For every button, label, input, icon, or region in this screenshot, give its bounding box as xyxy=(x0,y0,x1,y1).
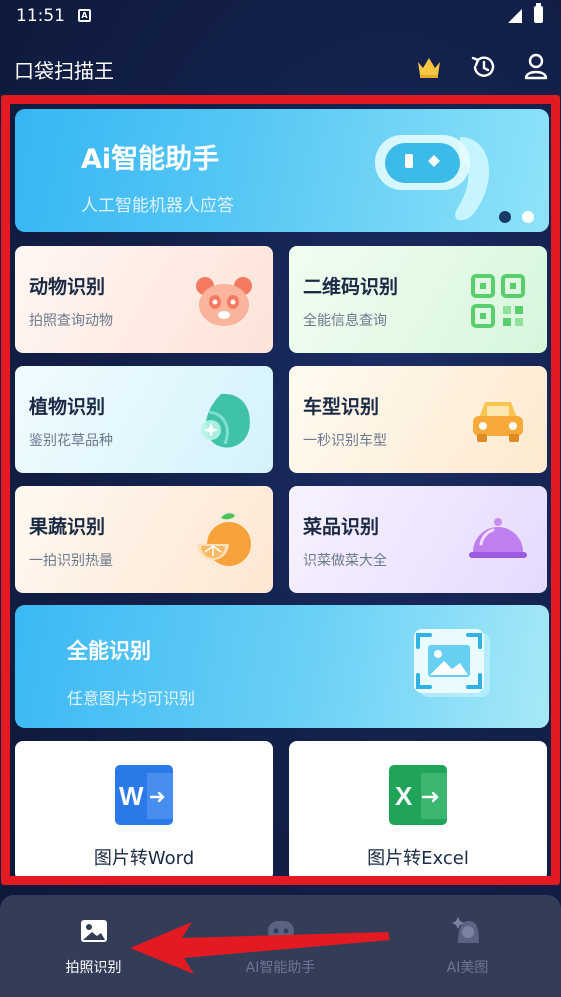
leaf-icon xyxy=(201,393,250,448)
banner-subtitle: 人工智能机器人应答 xyxy=(81,196,234,216)
plant-recognition-card[interactable]: 植物识别 鉴别花草品种 xyxy=(15,366,273,473)
excel-icon: X xyxy=(389,765,447,825)
feature-grid: Ai智能助手 人工智能机器人应答 动物识别 拍照查询动物 二维码识别 全能信息查… xyxy=(10,104,551,876)
card-title: 动物识别 xyxy=(29,276,106,298)
animal-recognition-card[interactable]: 动物识别 拍照查询动物 xyxy=(15,246,273,353)
image-to-word-button[interactable]: W 图片转Word xyxy=(15,741,273,876)
status-bar: 11:51 A xyxy=(0,0,561,34)
image-scan-icon xyxy=(414,629,490,697)
nav-item-ai-beauty[interactable]: AI美图 xyxy=(374,895,561,997)
portrait-icon xyxy=(452,917,479,943)
banner-page-dot-active xyxy=(499,211,511,223)
banner-page-dot xyxy=(522,211,534,223)
card-subtitle: 一秒识别车型 xyxy=(303,433,387,449)
banner-title: Ai智能助手 xyxy=(81,144,220,175)
notification-icon: A xyxy=(78,9,91,22)
app-title: 口袋扫描王 xyxy=(14,59,114,83)
card-subtitle: 全能信息查询 xyxy=(303,313,387,329)
annotation-arrow xyxy=(130,922,390,974)
card-title: 果蔬识别 xyxy=(29,516,106,538)
photo-icon xyxy=(81,920,107,942)
card-subtitle: 拍照查询动物 xyxy=(29,313,113,329)
battery-icon xyxy=(534,3,543,23)
app-bar: 口袋扫描王 xyxy=(0,40,561,94)
svg-text:X: X xyxy=(395,781,413,811)
qr-code-recognition-card[interactable]: 二维码识别 全能信息查询 xyxy=(289,246,547,353)
user-icon[interactable] xyxy=(523,52,549,80)
card-title: 二维码识别 xyxy=(303,276,399,298)
word-icon: W xyxy=(115,765,173,825)
card-title: 菜品识别 xyxy=(303,516,380,538)
panda-icon xyxy=(196,277,252,326)
card-subtitle: 识菜做菜大全 xyxy=(303,553,387,569)
car-recognition-card[interactable]: 车型识别 一秒识别车型 xyxy=(289,366,547,473)
card-subtitle: 鉴别花草品种 xyxy=(29,433,113,449)
convert-label: 图片转Word xyxy=(93,848,195,869)
card-subtitle: 一拍识别热量 xyxy=(29,553,113,569)
card-subtitle: 任意图片均可识别 xyxy=(67,689,196,708)
card-title: 植物识别 xyxy=(29,396,106,418)
dish-recognition-card[interactable]: 菜品识别 识菜做菜大全 xyxy=(289,486,547,593)
card-title: 车型识别 xyxy=(303,396,380,418)
all-round-recognition-card[interactable]: 全能识别 任意图片均可识别 xyxy=(15,605,549,728)
crown-icon[interactable] xyxy=(416,54,442,80)
card-title: 全能识别 xyxy=(67,639,151,663)
robot-icon xyxy=(375,135,490,221)
qr-code-icon xyxy=(471,274,525,328)
signal-icon xyxy=(508,9,522,23)
image-to-excel-button[interactable]: X 图片转Excel xyxy=(289,741,547,876)
highlight-box: Ai智能助手 人工智能机器人应答 动物识别 拍照查询动物 二维码识别 全能信息查… xyxy=(1,95,560,885)
fruit-vegetable-recognition-card[interactable]: 果蔬识别 一拍识别热量 xyxy=(15,486,273,593)
car-icon xyxy=(473,402,523,442)
history-icon[interactable] xyxy=(470,53,498,81)
svg-text:W: W xyxy=(119,781,144,811)
status-time: 11:51 xyxy=(16,6,65,26)
orange-icon xyxy=(197,513,251,566)
convert-label: 图片转Excel xyxy=(367,848,469,869)
dish-cloche-icon xyxy=(469,518,527,558)
nav-label: AI美图 xyxy=(446,960,489,976)
ai-assistant-banner[interactable]: Ai智能助手 人工智能机器人应答 xyxy=(15,109,549,232)
